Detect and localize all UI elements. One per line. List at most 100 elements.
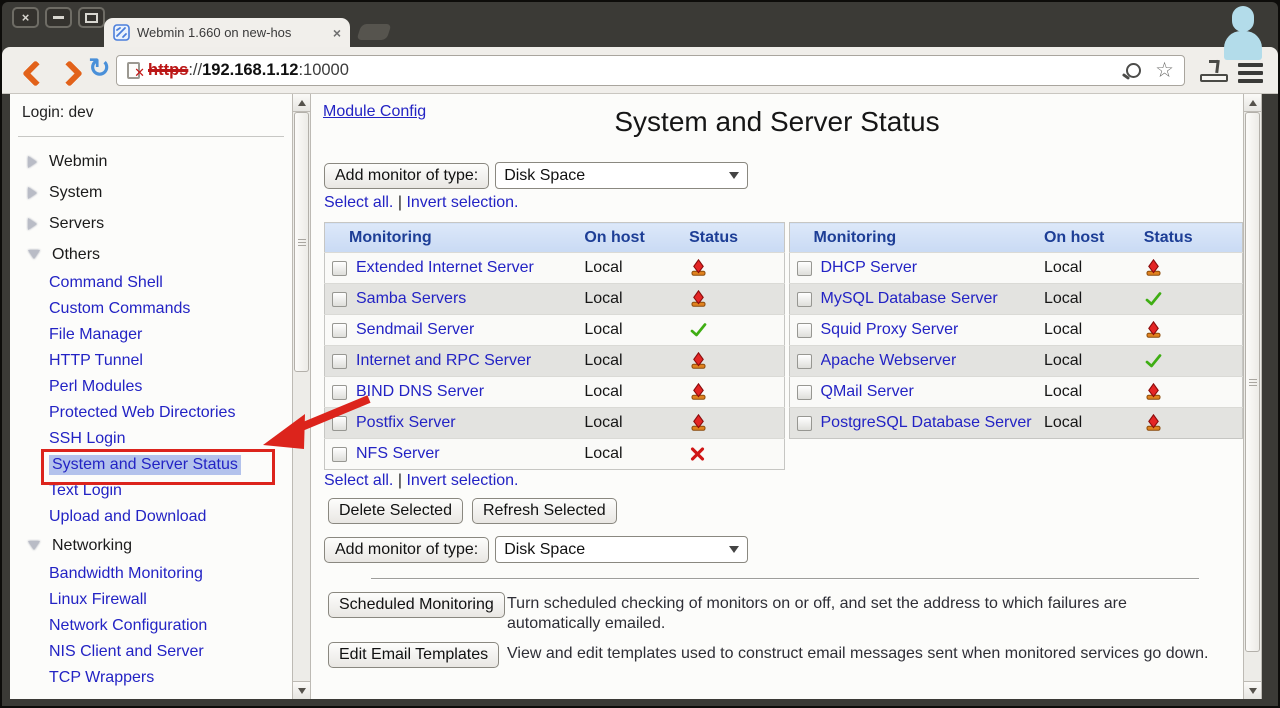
scheduled-monitoring-button[interactable]: Scheduled Monitoring bbox=[328, 592, 505, 618]
monitor-type-select[interactable]: Disk Space bbox=[495, 536, 748, 563]
edit-email-templates-button[interactable]: Edit Email Templates bbox=[328, 642, 499, 668]
sidebar-scrollbar[interactable] bbox=[292, 94, 311, 699]
sidebar-item-network-configuration[interactable]: Network Configuration bbox=[10, 613, 292, 639]
sidebar-item-protected-web-directories[interactable]: Protected Web Directories bbox=[10, 400, 292, 426]
monitor-link-apache-webserver[interactable]: Apache Webserver bbox=[821, 352, 957, 370]
row-checkbox[interactable] bbox=[797, 385, 812, 400]
add-monitor-button[interactable]: Add monitor of type: bbox=[324, 163, 489, 189]
user-avatar[interactable] bbox=[1224, 6, 1262, 60]
status-down-icon[interactable] bbox=[1144, 383, 1163, 401]
webmin-favicon-icon bbox=[113, 24, 130, 41]
monitor-link-dhcp-server[interactable]: DHCP Server bbox=[821, 259, 918, 277]
window-close-button[interactable]: × bbox=[12, 7, 39, 28]
sidebar-item-linux-firewall[interactable]: Linux Firewall bbox=[10, 587, 292, 613]
triangle-up-icon bbox=[1249, 100, 1257, 106]
sidebar-item-tcp-wrappers[interactable]: TCP Wrappers bbox=[10, 665, 292, 691]
row-checkbox[interactable] bbox=[332, 354, 347, 369]
scroll-up-button[interactable] bbox=[293, 94, 310, 112]
row-checkbox[interactable] bbox=[797, 323, 812, 338]
sidebar-item-upload-and-download[interactable]: Upload and Download bbox=[10, 504, 292, 530]
sidebar-item-bandwidth-monitoring[interactable]: Bandwidth Monitoring bbox=[10, 561, 292, 587]
status-down-icon[interactable] bbox=[689, 352, 708, 370]
monitor-link-internet-and-rpc-server[interactable]: Internet and RPC Server bbox=[356, 352, 531, 370]
monitor-link-mysql-database-server[interactable]: MySQL Database Server bbox=[821, 290, 998, 308]
status-down-icon[interactable] bbox=[1144, 321, 1163, 339]
url-bar[interactable]: ✕ https :// 192.168.1.12 :10000 ☆ bbox=[116, 55, 1185, 86]
browser-menu-button[interactable] bbox=[1238, 63, 1263, 87]
monitor-link-bind-dns-server[interactable]: BIND DNS Server bbox=[356, 383, 484, 401]
sidebar-item-label: NIS Client and Server bbox=[49, 643, 204, 661]
monitor-link-qmail-server[interactable]: QMail Server bbox=[821, 383, 914, 401]
column-header-status: Status bbox=[1144, 223, 1243, 253]
monitor-link-nfs-server[interactable]: NFS Server bbox=[356, 445, 440, 463]
sidebar-item-label: Servers bbox=[49, 215, 104, 233]
scroll-down-button[interactable] bbox=[1244, 681, 1261, 699]
status-up-icon[interactable] bbox=[1144, 290, 1163, 308]
row-checkbox[interactable] bbox=[332, 261, 347, 276]
sidebar-item-perl-modules[interactable]: Perl Modules bbox=[10, 374, 292, 400]
status-down-icon[interactable] bbox=[689, 383, 708, 401]
sidebar-item-nis-client-and-server[interactable]: NIS Client and Server bbox=[10, 639, 292, 665]
monitor-link-samba-servers[interactable]: Samba Servers bbox=[356, 290, 466, 308]
sidebar-category-hardware[interactable]: Hardware bbox=[10, 691, 292, 699]
monitor-link-squid-proxy-server[interactable]: Squid Proxy Server bbox=[821, 321, 959, 339]
sidebar-category-system[interactable]: System bbox=[10, 177, 292, 208]
monitor-link-postfix-server[interactable]: Postfix Server bbox=[356, 414, 456, 432]
sidebar-item-file-manager[interactable]: File Manager bbox=[10, 322, 292, 348]
monitor-type-select[interactable]: Disk Space bbox=[495, 162, 748, 189]
row-checkbox[interactable] bbox=[332, 323, 347, 338]
invert-selection-link[interactable]: Invert selection. bbox=[406, 194, 518, 211]
download-indicator-icon[interactable] bbox=[1200, 60, 1230, 86]
sidebar-item-custom-commands[interactable]: Custom Commands bbox=[10, 296, 292, 322]
sidebar-category-webmin[interactable]: Webmin bbox=[10, 146, 292, 177]
new-tab-button[interactable] bbox=[356, 24, 391, 40]
row-checkbox[interactable] bbox=[332, 385, 347, 400]
content-scrollbar[interactable] bbox=[1243, 94, 1262, 699]
status-error-icon[interactable] bbox=[689, 446, 706, 462]
delete-selected-button[interactable]: Delete Selected bbox=[328, 498, 463, 524]
scrollbar-thumb[interactable] bbox=[1245, 112, 1260, 652]
scroll-up-button[interactable] bbox=[1244, 94, 1261, 112]
monitor-link-sendmail-server[interactable]: Sendmail Server bbox=[356, 321, 474, 339]
row-checkbox[interactable] bbox=[797, 416, 812, 431]
host-cell: Local bbox=[1044, 346, 1144, 377]
status-down-icon[interactable] bbox=[1144, 414, 1163, 432]
sidebar-item-http-tunnel[interactable]: HTTP Tunnel bbox=[10, 348, 292, 374]
browser-tab[interactable]: Webmin 1.660 on new-hos × bbox=[104, 18, 350, 47]
bookmark-star-icon[interactable]: ☆ bbox=[1155, 60, 1174, 81]
status-up-icon[interactable] bbox=[1144, 352, 1163, 370]
sidebar-category-others[interactable]: Others bbox=[10, 239, 292, 270]
select-all-link[interactable]: Select all. bbox=[324, 472, 393, 489]
status-down-icon[interactable] bbox=[1144, 259, 1163, 277]
window-maximize-button[interactable] bbox=[78, 7, 105, 28]
row-checkbox[interactable] bbox=[332, 292, 347, 307]
invert-selection-link[interactable]: Invert selection. bbox=[406, 472, 518, 489]
scroll-down-button[interactable] bbox=[293, 681, 310, 699]
window-minimize-button[interactable] bbox=[45, 7, 72, 28]
row-checkbox[interactable] bbox=[797, 292, 812, 307]
status-down-icon[interactable] bbox=[689, 290, 708, 308]
status-down-icon[interactable] bbox=[689, 259, 708, 277]
row-checkbox[interactable] bbox=[332, 416, 347, 431]
monitor-link-extended-internet-server[interactable]: Extended Internet Server bbox=[356, 259, 534, 277]
refresh-selected-button[interactable]: Refresh Selected bbox=[472, 498, 617, 524]
refresh-button[interactable]: ↻ bbox=[88, 53, 111, 84]
row-checkbox[interactable] bbox=[332, 447, 347, 462]
status-up-icon[interactable] bbox=[689, 321, 708, 339]
tab-close-icon[interactable]: × bbox=[333, 26, 341, 40]
select-all-link[interactable]: Select all. bbox=[324, 194, 393, 211]
magnifier-icon[interactable] bbox=[1126, 63, 1141, 78]
row-checkbox[interactable] bbox=[797, 354, 812, 369]
monitor-link-postgresql-database-server[interactable]: PostgreSQL Database Server bbox=[821, 414, 1032, 432]
sidebar-item-command-shell[interactable]: Command Shell bbox=[10, 270, 292, 296]
monitor-table-right: MonitoringOn hostStatusDHCP ServerLocalM… bbox=[789, 222, 1244, 439]
sidebar-category-servers[interactable]: Servers bbox=[10, 208, 292, 239]
scrollbar-thumb[interactable] bbox=[294, 112, 309, 372]
sidebar-category-networking[interactable]: Networking bbox=[10, 530, 292, 561]
row-checkbox[interactable] bbox=[797, 261, 812, 276]
host-cell: Local bbox=[1044, 253, 1144, 284]
status-down-icon[interactable] bbox=[689, 414, 708, 432]
add-monitor-button[interactable]: Add monitor of type: bbox=[324, 537, 489, 563]
host-cell: Local bbox=[1044, 315, 1144, 346]
table-row: Internet and RPC ServerLocal bbox=[325, 346, 785, 377]
